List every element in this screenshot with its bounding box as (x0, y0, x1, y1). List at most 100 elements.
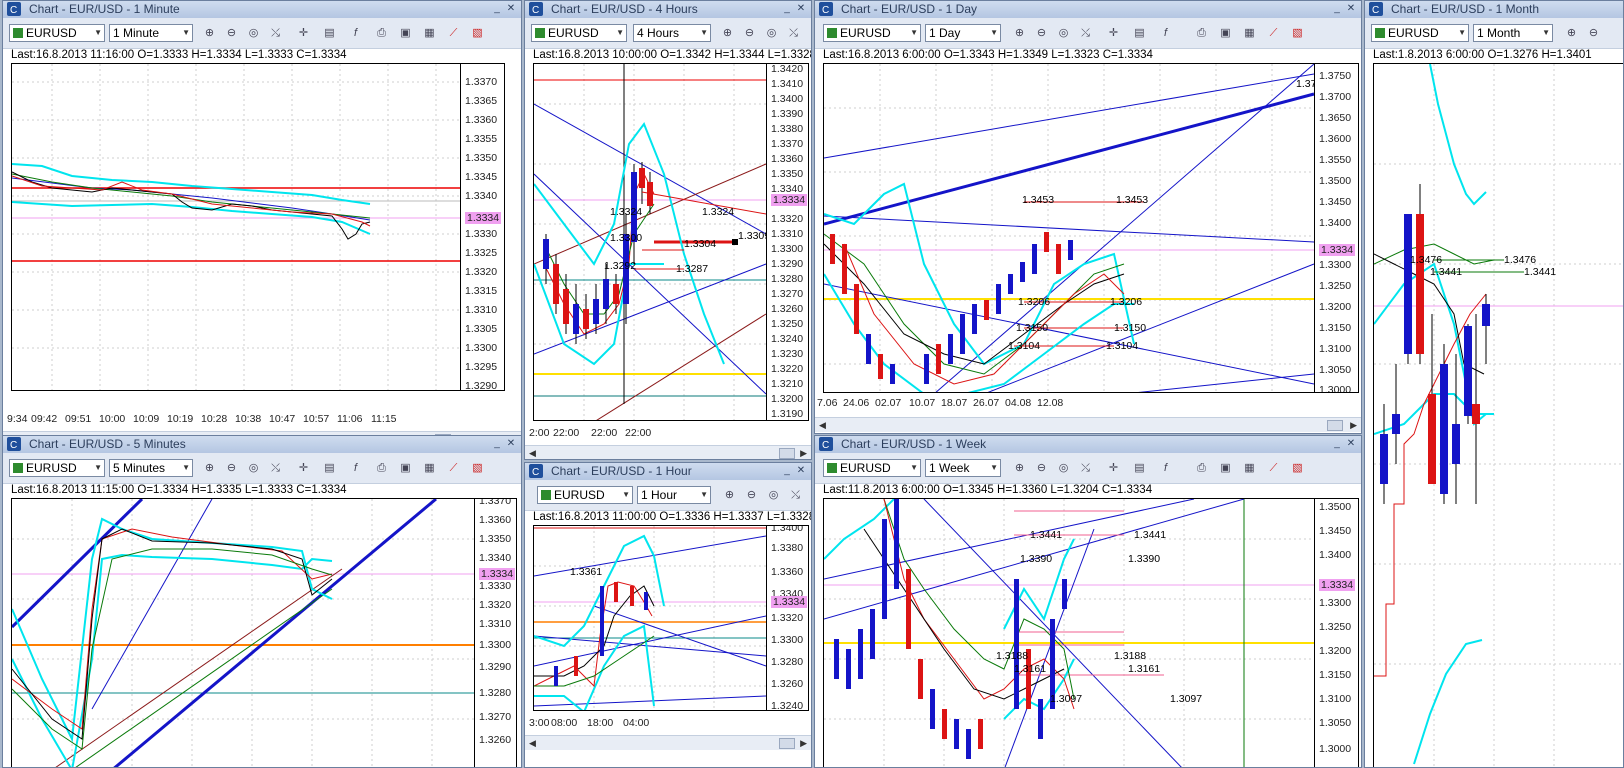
line-chart-icon[interactable]: ⟋ (1265, 25, 1282, 41)
symbol-select[interactable]: EURUSD ▼ (823, 24, 921, 42)
zoom-fit-icon[interactable]: ◎ (245, 25, 262, 41)
symbol-select[interactable]: EURUSD ▼ (9, 24, 105, 42)
scroll-thumb[interactable] (779, 738, 795, 749)
minimize-button[interactable]: _ (781, 465, 793, 477)
close-button[interactable]: ✕ (505, 438, 517, 450)
zoom-in-icon[interactable]: ⊕ (719, 25, 736, 41)
timeframe-select[interactable]: 5 Minutes ▼ (109, 459, 193, 477)
draw-icon[interactable]: ⤯ (1077, 25, 1094, 41)
line-chart-icon[interactable]: ⟋ (445, 25, 462, 41)
scroll-right-icon[interactable]: ▶ (800, 736, 807, 750)
scroll-left-icon[interactable]: ◀ (529, 736, 536, 750)
zoom-in-icon[interactable]: ⊕ (1011, 460, 1028, 476)
minimize-button[interactable]: _ (781, 3, 793, 15)
price-plot[interactable]: 1.3370 1.3365 1.3360 1.3355 1.3350 1.334… (11, 63, 505, 391)
price-plot[interactable]: 1.3476 1.3476 1.3441 1.3441 (1373, 63, 1623, 767)
scroll-right-icon[interactable]: ▶ (1350, 418, 1357, 432)
save-icon[interactable]: ▣ (397, 460, 414, 476)
zoom-fit-icon[interactable]: ◎ (765, 487, 782, 503)
symbol-select[interactable]: EURUSD ▼ (531, 24, 627, 42)
indicator-icon[interactable]: f (1157, 25, 1174, 41)
chart-type-icon[interactable]: ▤ (321, 25, 338, 41)
close-button[interactable]: ✕ (505, 3, 517, 15)
symbol-select[interactable]: EURUSD ▼ (9, 459, 105, 477)
window-title-bar[interactable]: C Chart - EUR/USD - 1 Week _ ✕ (815, 436, 1361, 453)
zoom-out-icon[interactable]: ⊖ (223, 460, 240, 476)
indicator-icon[interactable]: f (1157, 460, 1174, 476)
template-icon[interactable]: ▦ (421, 460, 438, 476)
crosshair-icon[interactable]: ✛ (295, 460, 312, 476)
print-icon[interactable]: ⎙ (373, 25, 390, 41)
minimize-button[interactable]: _ (1331, 3, 1343, 15)
timeframe-select[interactable]: 1 Month ▼ (1473, 24, 1553, 42)
print-icon[interactable]: ⎙ (1193, 460, 1210, 476)
close-button[interactable]: ✕ (1345, 3, 1357, 15)
draw-icon[interactable]: ⤯ (787, 487, 804, 503)
close-button[interactable]: ✕ (795, 3, 807, 15)
chart-type-icon[interactable]: ▤ (321, 460, 338, 476)
zoom-fit-icon[interactable]: ◎ (1055, 460, 1072, 476)
save-icon[interactable]: ▣ (1217, 25, 1234, 41)
close-button[interactable]: ✕ (1345, 438, 1357, 450)
export-icon[interactable]: ▧ (1289, 25, 1306, 41)
scroll-thumb[interactable] (779, 448, 795, 459)
zoom-in-icon[interactable]: ⊕ (1011, 25, 1028, 41)
scroll-left-icon[interactable]: ◀ (819, 418, 826, 432)
window-title-bar[interactable]: C Chart - EUR/USD - 4 Hours _ ✕ (525, 1, 811, 18)
zoom-in-icon[interactable]: ⊕ (721, 487, 738, 503)
price-plot[interactable]: 1.3441 1.3441 1.3390 1.3390 1.3188 1.318… (823, 498, 1359, 767)
window-title-bar[interactable]: C Chart - EUR/USD - 1 Day _ ✕ (815, 1, 1361, 18)
zoom-out-icon[interactable]: ⊖ (741, 25, 758, 41)
minimize-button[interactable]: _ (491, 3, 503, 15)
minimize-button[interactable]: _ (1331, 438, 1343, 450)
template-icon[interactable]: ▦ (1241, 25, 1258, 41)
scroll-left-icon[interactable]: ◀ (529, 446, 536, 459)
draw-icon[interactable]: ⤯ (267, 25, 284, 41)
zoom-in-icon[interactable]: ⊕ (201, 460, 218, 476)
chart-window-1-day[interactable]: C Chart - EUR/USD - 1 Day _ ✕ EURUSD ▼ 1 … (814, 0, 1362, 434)
line-chart-icon[interactable]: ⟋ (1265, 460, 1282, 476)
chart-window-1-minute[interactable]: C Chart - EUR/USD - 1 Minute _ ✕ EURUSD ▼… (2, 0, 522, 448)
crosshair-icon[interactable]: ✛ (1105, 25, 1122, 41)
template-icon[interactable]: ▦ (421, 25, 438, 41)
indicator-icon[interactable]: f (347, 460, 364, 476)
zoom-out-icon[interactable]: ⊖ (223, 25, 240, 41)
draw-icon[interactable]: ⤯ (267, 460, 284, 476)
zoom-in-icon[interactable]: ⊕ (1563, 25, 1580, 41)
export-icon[interactable]: ▧ (469, 460, 486, 476)
zoom-out-icon[interactable]: ⊖ (1585, 25, 1602, 41)
zoom-out-icon[interactable]: ⊖ (1033, 460, 1050, 476)
close-button[interactable]: ✕ (795, 465, 807, 477)
timeframe-select[interactable]: 1 Week ▼ (925, 459, 1001, 477)
window-title-bar[interactable]: C Chart - EUR/USD - 5 Minutes _ ✕ (3, 436, 521, 453)
chart-window-1-hour[interactable]: C Chart - EUR/USD - 1 Hour _ ✕ EURUSD ▼ 1… (524, 462, 812, 768)
chart-type-icon[interactable]: ▤ (1131, 25, 1148, 41)
zoom-fit-icon[interactable]: ◎ (1055, 25, 1072, 41)
price-plot[interactable]: 1.3453 1.3453 1.3206 1.3206 1.3150 1.315… (823, 63, 1359, 393)
chart-window-1-week[interactable]: C Chart - EUR/USD - 1 Week _ ✕ EURUSD ▼ 1… (814, 435, 1362, 768)
timeframe-select[interactable]: 1 Day ▼ (925, 24, 1001, 42)
price-plot[interactable]: 1.3324 1.3324 1.3309 1.3304 1.3287 1.330… (533, 63, 809, 421)
print-icon[interactable]: ⎙ (373, 460, 390, 476)
chart-window-1-month[interactable]: C Chart - EUR/USD - 1 Month EURUSD ▼ 1 Mo… (1364, 0, 1624, 768)
minimize-button[interactable]: _ (491, 438, 503, 450)
crosshair-icon[interactable]: ✛ (295, 25, 312, 41)
timeframe-select[interactable]: 1 Minute ▼ (109, 24, 193, 42)
save-icon[interactable]: ▣ (397, 25, 414, 41)
price-plot[interactable]: 1.3370 1.3360 1.3350 1.3340 1.3334 1.333… (11, 498, 517, 767)
crosshair-icon[interactable]: ✛ (1105, 460, 1122, 476)
timeframe-select[interactable]: 1 Hour ▼ (637, 486, 711, 504)
horizontal-scrollbar[interactable]: ◀ ▶ (815, 417, 1361, 432)
symbol-select[interactable]: EURUSD ▼ (537, 486, 633, 504)
zoom-out-icon[interactable]: ⊖ (1033, 25, 1050, 41)
draw-icon[interactable]: ⤯ (785, 25, 802, 41)
scroll-right-icon[interactable]: ▶ (800, 446, 807, 459)
horizontal-scrollbar[interactable]: ◀ ▶ (525, 445, 811, 459)
zoom-out-icon[interactable]: ⊖ (743, 487, 760, 503)
draw-icon[interactable]: ⤯ (1077, 460, 1094, 476)
window-title-bar[interactable]: C Chart - EUR/USD - 1 Hour _ ✕ (525, 463, 811, 480)
chart-type-icon[interactable]: ▤ (1131, 460, 1148, 476)
price-plot[interactable]: 1.3361 1.3400 1.3380 1.3360 1.3340 1.333… (533, 525, 809, 711)
chart-window-5-minutes[interactable]: C Chart - EUR/USD - 5 Minutes _ ✕ EURUSD… (2, 435, 522, 768)
symbol-select[interactable]: EURUSD ▼ (823, 459, 921, 477)
